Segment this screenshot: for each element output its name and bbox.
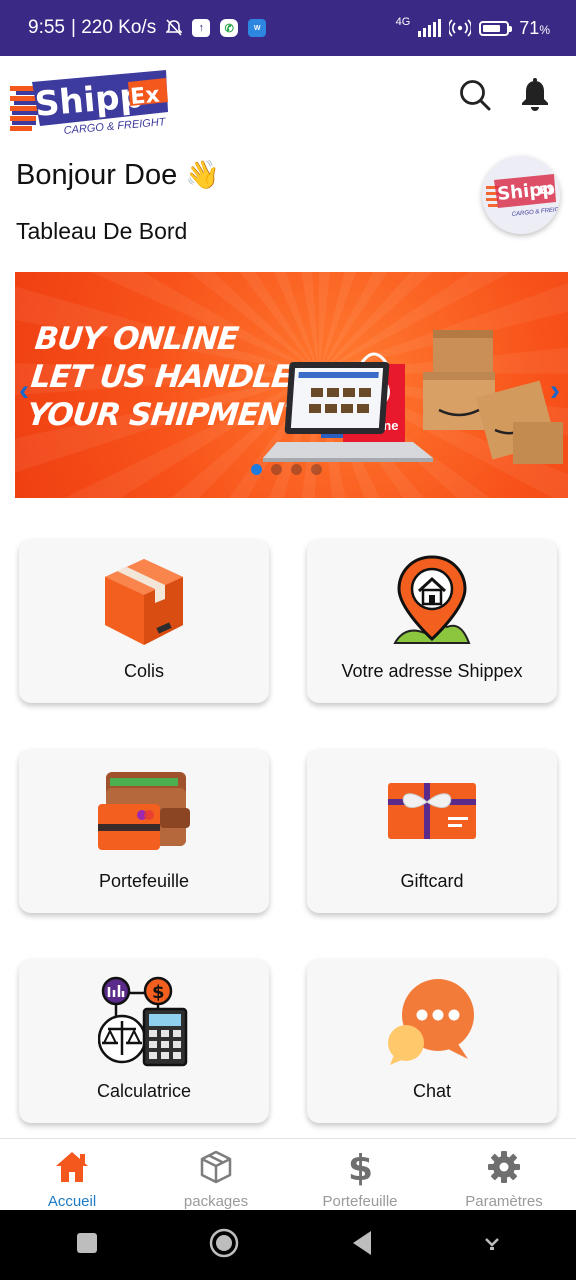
shippex-logo: Shipp Ex CARGO & FREIGHT (10, 68, 170, 137)
nav-label: packages (183, 1193, 249, 1210)
cube-icon (198, 1149, 234, 1185)
tile-label: Calculatrice (96, 1081, 192, 1101)
nav-item-portefeuille[interactable]: $ Portefeuille (288, 1139, 432, 1210)
carousel-dot[interactable] (251, 464, 262, 475)
status-time: 9:55 (28, 17, 65, 38)
greeting-text: Bonjour Doe (16, 159, 178, 191)
nav-item-accueil[interactable]: Accueil (0, 1139, 144, 1210)
wallet-icon (96, 763, 192, 859)
gear-icon (486, 1149, 522, 1185)
hotspot-icon (449, 19, 472, 37)
tile-label: Chat (412, 1081, 452, 1101)
svg-text:Ex: Ex (539, 183, 555, 197)
svg-text:$: $ (152, 982, 165, 1003)
tile-chat[interactable]: Chat (307, 959, 557, 1123)
app-header: Shipp Ex CARGO & FREIGHT (0, 56, 576, 146)
whatsapp-icon: ✆ (220, 19, 239, 37)
home-button[interactable] (209, 1228, 239, 1263)
carousel-dot[interactable] (271, 464, 282, 475)
package-box-icon (96, 553, 192, 649)
tile-giftcard[interactable]: Giftcard (307, 749, 557, 913)
avatar[interactable]: Shipp Ex CARGO & FREIGHT (482, 156, 560, 234)
carousel-dot[interactable] (291, 464, 302, 475)
search-icon[interactable] (458, 78, 492, 112)
carousel-prev-button[interactable]: ‹ (19, 374, 29, 408)
tile-label: Colis (123, 661, 164, 681)
wave-emoji: 👋 (185, 159, 221, 190)
tile-label: Giftcard (400, 871, 464, 891)
nav-item-packages[interactable]: packages (144, 1139, 288, 1210)
svg-text:Ex: Ex (129, 83, 160, 110)
status-left: 9:55 | 220 Ko/s ↑ ✆ W (28, 17, 267, 39)
hide-keyboard-button[interactable] (484, 1235, 500, 1256)
nav-label: Accueil (47, 1193, 97, 1210)
home-icon (54, 1149, 90, 1185)
dollar-icon: $ (342, 1148, 378, 1186)
promo-banner-carousel[interactable]: BUY ONLINE LET US HANDLE YOUR SHIPMENT O… (15, 272, 568, 498)
page-title: Tableau De Bord (16, 218, 188, 244)
signal-icon (418, 19, 442, 37)
tile-label: Portefeuille (98, 871, 190, 891)
home-location-pin-icon (384, 553, 480, 649)
tile-label: Votre adresse Shippex (341, 661, 523, 681)
app-notification-icon: ↑ (192, 19, 211, 37)
gift-card-icon (384, 763, 480, 859)
recents-button[interactable] (76, 1232, 98, 1259)
mute-icon (166, 19, 183, 36)
carousel-dot[interactable] (311, 464, 322, 475)
battery-icon (479, 20, 513, 36)
status-right: 4G 71% (395, 15, 550, 39)
system-navigation-bar (0, 1210, 576, 1280)
nav-item-parametres[interactable]: Paramètres (432, 1139, 576, 1210)
nav-label: Portefeuille (322, 1193, 398, 1210)
battery-unit: % (539, 22, 550, 37)
battery-percent: 71 (519, 17, 540, 38)
battery-level: 71% (519, 18, 550, 39)
chat-bubble-icon (384, 973, 480, 1069)
calculator-scale-icon: $ (96, 973, 192, 1069)
status-bar: 9:55 | 220 Ko/s ↑ ✆ W 4G 71% (0, 0, 576, 56)
tile-adresse[interactable]: Votre adresse Shippex (307, 539, 557, 703)
svg-text:$: $ (348, 1148, 373, 1186)
bottom-navigation: Accueil packages $ Portefeuille Paramètr… (0, 1138, 576, 1210)
carousel-next-button[interactable]: › (550, 374, 560, 408)
network-type: 4G (395, 15, 411, 28)
word-icon: W (248, 19, 267, 37)
back-button[interactable] (351, 1230, 373, 1261)
header-actions (458, 78, 552, 112)
nav-label: Paramètres (465, 1193, 543, 1210)
carousel-indicators (251, 464, 322, 475)
greeting-title: Bonjour Doe 👋 (16, 158, 220, 192)
tile-calculatrice[interactable]: $ Calculatrice (19, 959, 269, 1123)
bell-icon[interactable] (518, 78, 552, 112)
status-speed: | 220 Ko/s (70, 17, 157, 38)
tile-colis[interactable]: Colis (19, 539, 269, 703)
tile-portefeuille[interactable]: Portefeuille (19, 749, 269, 913)
